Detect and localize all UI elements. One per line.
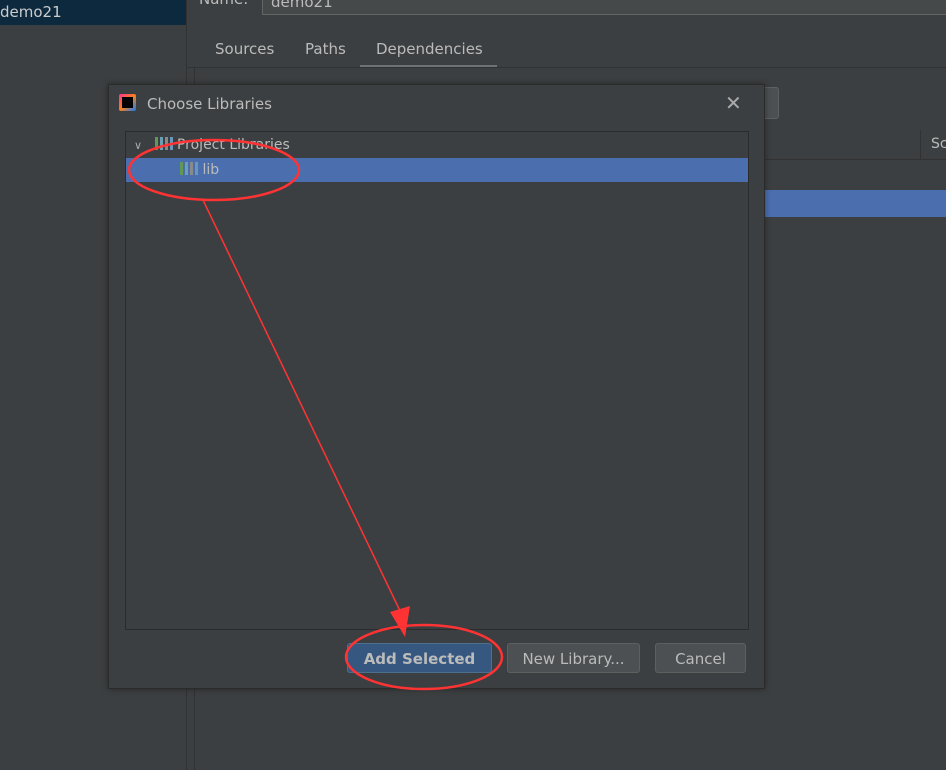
annotation-circle-add-selected bbox=[344, 623, 504, 691]
annotation-arrow-head bbox=[390, 606, 410, 637]
red-annotation-overlay bbox=[127, 138, 504, 691]
annotation-arrow-line bbox=[202, 199, 403, 616]
annotation-circle-lib bbox=[127, 138, 301, 202]
